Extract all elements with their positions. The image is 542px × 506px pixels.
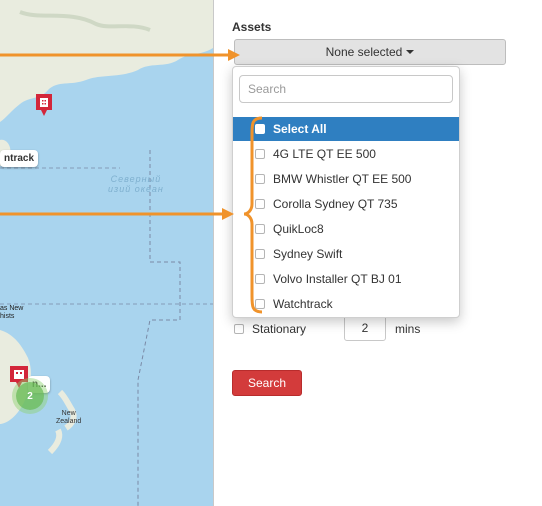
dropdown-label: None selected [325, 45, 403, 59]
option-checkbox[interactable] [255, 274, 265, 284]
option-item[interactable]: Corolla Sydney QT 735 [233, 192, 459, 216]
building-marker-icon[interactable] [34, 92, 54, 123]
option-checkbox[interactable] [255, 224, 265, 234]
assets-search-input[interactable] [239, 75, 453, 103]
asset-marker-label[interactable]: ntrack [0, 150, 39, 167]
option-item[interactable]: Volvo Installer QT BJ 01 [233, 267, 459, 291]
option-label: Select All [273, 122, 327, 136]
cluster-marker-icon[interactable]: 2 [16, 382, 44, 410]
option-item[interactable]: Sydney Swift [233, 242, 459, 266]
option-label: Sydney Swift [273, 247, 343, 261]
option-label: Volvo Installer QT BJ 01 [273, 272, 402, 286]
option-checkbox[interactable] [255, 174, 265, 184]
option-label: Watchtrack [273, 297, 333, 311]
assets-dropdown-button[interactable]: None selected [234, 39, 506, 65]
option-item[interactable]: 4G LTE QT EE 500 [233, 142, 459, 166]
option-checkbox[interactable] [255, 249, 265, 259]
assets-title: Assets [232, 20, 272, 34]
place-label-new-zealand: New Zealand [56, 410, 82, 425]
filter-panel: Assets None selected Stationary mins Sea… [214, 0, 542, 506]
option-select-all[interactable]: Select All [233, 117, 459, 141]
map-terrain [0, 0, 213, 506]
mins-label: mins [395, 322, 421, 336]
stationary-row: Stationary [234, 315, 306, 343]
ocean-label: Северный изий океан [108, 174, 164, 194]
assets-dropdown-menu: Select All 4G LTE QT EE 500 BMW Whistler… [232, 66, 460, 318]
stationary-checkbox[interactable] [234, 324, 244, 334]
option-checkbox[interactable] [255, 149, 265, 159]
option-checkbox[interactable] [255, 299, 265, 309]
option-item[interactable]: Watchtrack [233, 292, 459, 316]
place-label: as New hists [0, 305, 24, 320]
caret-down-icon [406, 50, 415, 54]
option-label: BMW Whistler QT EE 500 [273, 172, 412, 186]
map-view[interactable]: Северный изий океан ntrack as New hists … [0, 0, 214, 506]
option-label: Corolla Sydney QT 735 [273, 197, 398, 211]
option-label: QuikLoc8 [273, 222, 324, 236]
option-label: 4G LTE QT EE 500 [273, 147, 376, 161]
stationary-label: Stationary [252, 322, 307, 336]
option-checkbox[interactable] [255, 199, 265, 209]
option-checkbox[interactable] [255, 124, 265, 134]
option-item[interactable]: BMW Whistler QT EE 500 [233, 167, 459, 191]
option-item[interactable]: QuikLoc8 [233, 217, 459, 241]
stationary-minutes-input[interactable] [344, 315, 386, 341]
search-button[interactable]: Search [232, 370, 302, 396]
